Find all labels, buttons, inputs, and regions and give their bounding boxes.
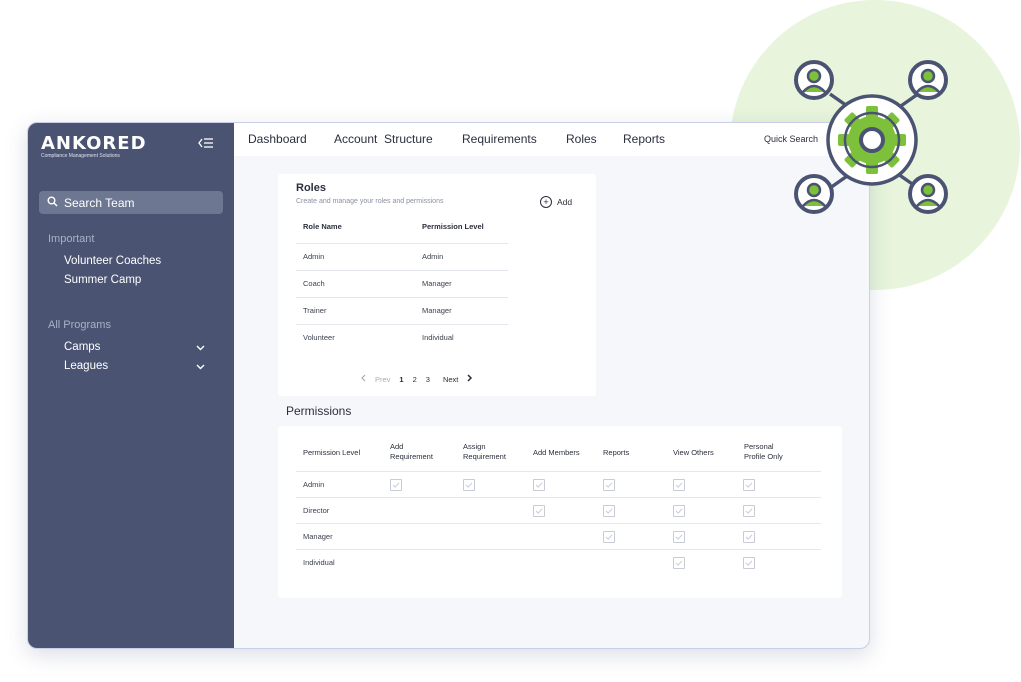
search-placeholder: Search Team xyxy=(64,195,135,210)
table-row: Manager xyxy=(296,523,821,549)
next-page-button[interactable]: Next xyxy=(443,375,458,384)
role-name-cell: Coach xyxy=(303,279,325,288)
permission-checkbox[interactable] xyxy=(743,531,755,543)
permission-level-cell: Manager xyxy=(422,306,452,315)
column-header-permission-level: Permission Level xyxy=(422,222,484,231)
table-row: Individual xyxy=(296,549,821,575)
roles-table: Admin Admin Coach Manager Trainer Manager V… xyxy=(296,243,508,351)
table-row[interactable]: Trainer Manager xyxy=(296,297,508,324)
sidebar: ANKORED Compliance Management Solutions … xyxy=(28,123,234,648)
column-header-add-requirement: Add Requirement xyxy=(390,442,433,461)
permissions-table: Admin Director Manager Individual xyxy=(296,471,821,575)
nav-reports[interactable]: Reports xyxy=(623,132,665,146)
permission-level-cell: Individual xyxy=(422,333,454,342)
permission-checkbox[interactable] xyxy=(533,479,545,491)
column-header-assign-requirement: Assign Requirement xyxy=(463,442,506,461)
user-icon xyxy=(908,60,948,100)
permission-level-cell: Individual xyxy=(303,558,335,567)
sidebar-item-volunteer-coaches[interactable]: Volunteer Coaches xyxy=(64,255,161,267)
column-header-add-members: Add Members xyxy=(533,448,580,457)
sidebar-item-summer-camp[interactable]: Summer Camp xyxy=(64,274,141,286)
column-header-view-others: View Others xyxy=(673,448,714,457)
page-2-button[interactable]: 2 xyxy=(413,375,417,384)
permission-level-cell: Director xyxy=(303,506,330,515)
permission-checkbox[interactable] xyxy=(743,479,755,491)
role-name-cell: Trainer xyxy=(303,306,327,315)
user-icon xyxy=(794,174,834,214)
nav-roles[interactable]: Roles xyxy=(566,132,597,146)
permission-checkbox[interactable] xyxy=(673,531,685,543)
permission-checkbox[interactable] xyxy=(743,557,755,569)
add-label: Add xyxy=(557,197,573,207)
roles-subtitle: Create and manage your roles and permiss… xyxy=(296,198,444,205)
permission-checkbox[interactable] xyxy=(603,505,615,517)
column-header-reports: Reports xyxy=(603,448,630,457)
role-name-cell: Admin xyxy=(303,252,325,261)
prev-page-button[interactable]: Prev xyxy=(375,375,390,384)
permission-level-cell: Manager xyxy=(303,532,333,541)
app-window: ANKORED Compliance Management Solutions … xyxy=(27,122,870,649)
top-navigation: Dashboard Account Structure Requirements… xyxy=(234,123,869,156)
page-1-button[interactable]: 1 xyxy=(399,375,403,384)
chevron-left-icon[interactable] xyxy=(360,374,366,384)
roles-permissions-illustration xyxy=(790,58,958,233)
permission-checkbox[interactable] xyxy=(390,479,402,491)
permission-level-cell: Manager xyxy=(422,279,452,288)
all-programs-heading: All Programs xyxy=(48,319,111,331)
page-3-button[interactable]: 3 xyxy=(426,375,430,384)
roles-card: Roles Create and manage your roles and p… xyxy=(278,174,596,396)
column-header-role-name: Role Name xyxy=(303,222,342,231)
roles-title: Roles xyxy=(296,182,326,194)
nav-requirements[interactable]: Requirements xyxy=(462,132,537,146)
permission-checkbox[interactable] xyxy=(463,479,475,491)
permission-level-cell: Admin xyxy=(303,480,325,489)
sidebar-item-leagues[interactable]: Leagues xyxy=(64,360,108,372)
main-content: Dashboard Account Structure Requirements… xyxy=(234,123,869,648)
permission-checkbox[interactable] xyxy=(603,479,615,491)
permission-level-cell: Admin xyxy=(422,252,444,261)
add-role-button[interactable]: + Add xyxy=(540,196,572,208)
permission-checkbox[interactable] xyxy=(673,479,685,491)
table-row[interactable]: Coach Manager xyxy=(296,270,508,297)
permission-checkbox[interactable] xyxy=(673,505,685,517)
user-icon xyxy=(908,174,948,214)
table-row[interactable]: Volunteer Individual xyxy=(296,324,508,351)
search-icon xyxy=(47,194,58,212)
permission-checkbox[interactable] xyxy=(673,557,685,569)
add-circle-icon: + xyxy=(540,196,552,208)
permission-checkbox[interactable] xyxy=(603,531,615,543)
permissions-card: Permission Level Add Requirement Assign … xyxy=(278,426,842,598)
search-team-input[interactable]: Search Team xyxy=(39,191,223,214)
permission-checkbox[interactable] xyxy=(743,505,755,517)
nav-account-structure[interactable]: Account Structure xyxy=(334,132,433,146)
pagination: Prev 1 2 3 Next xyxy=(360,374,482,384)
important-heading: Important xyxy=(48,233,95,245)
table-row: Director xyxy=(296,497,821,523)
sidebar-item-camps[interactable]: Camps xyxy=(64,341,100,353)
logo: ANKORED Compliance Management Solutions xyxy=(41,133,147,159)
chevron-down-icon[interactable] xyxy=(196,362,205,372)
permissions-title: Permissions xyxy=(286,404,352,418)
table-row: Admin xyxy=(296,471,821,497)
logo-name: ANKORED xyxy=(41,133,147,154)
collapse-sidebar-icon[interactable] xyxy=(198,137,214,152)
table-row[interactable]: Admin Admin xyxy=(296,243,508,270)
gear-icon xyxy=(838,106,906,174)
permission-checkbox[interactable] xyxy=(533,505,545,517)
column-header-personal-profile-only: Personal Profile Only xyxy=(744,442,783,461)
user-icon xyxy=(794,60,834,100)
role-name-cell: Volunteer xyxy=(303,333,335,342)
chevron-down-icon[interactable] xyxy=(196,343,205,353)
nav-dashboard[interactable]: Dashboard xyxy=(248,132,307,146)
column-header-permission-level: Permission Level xyxy=(303,448,361,457)
chevron-right-icon[interactable] xyxy=(467,374,473,384)
